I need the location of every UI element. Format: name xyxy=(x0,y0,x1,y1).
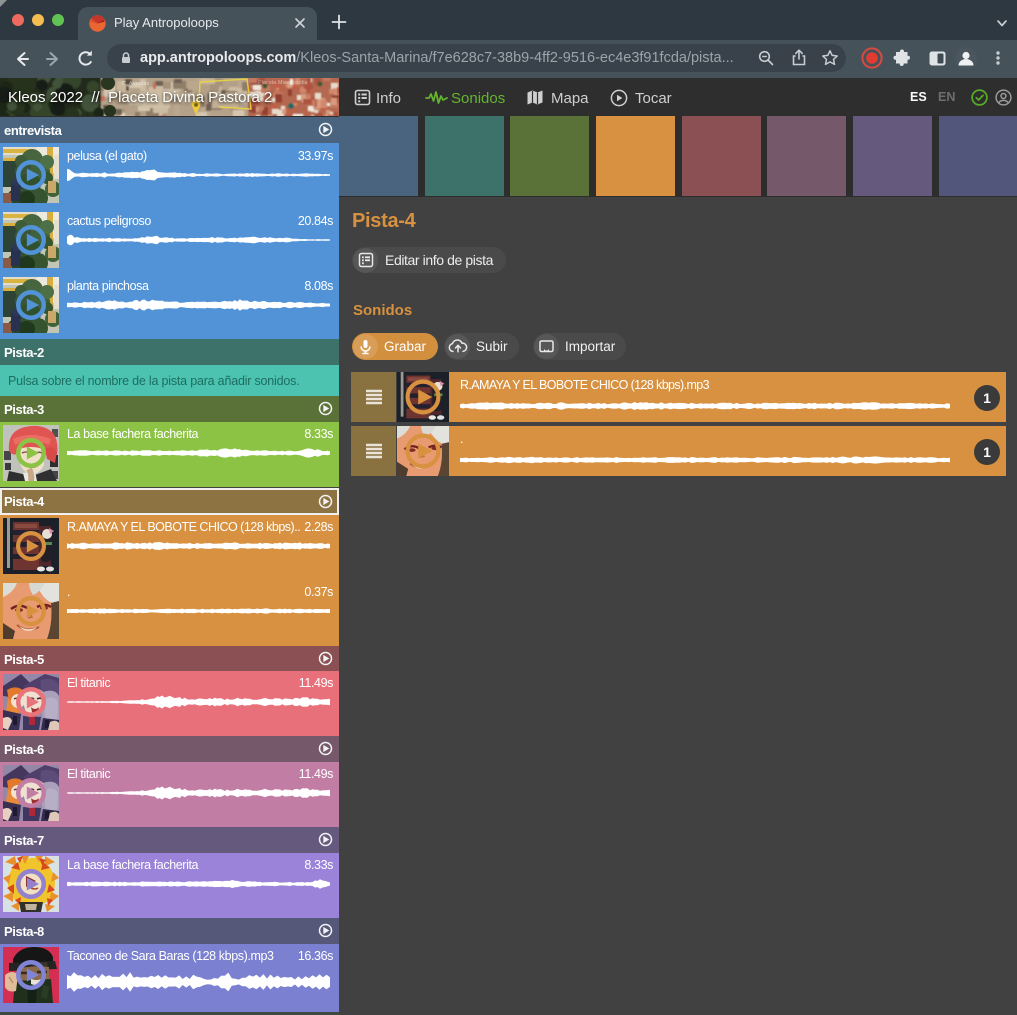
svg-text:Placeta Misericordia: Placeta Misericordia xyxy=(258,80,308,86)
svg-text:C. Arandas: C. Arandas xyxy=(122,81,149,87)
